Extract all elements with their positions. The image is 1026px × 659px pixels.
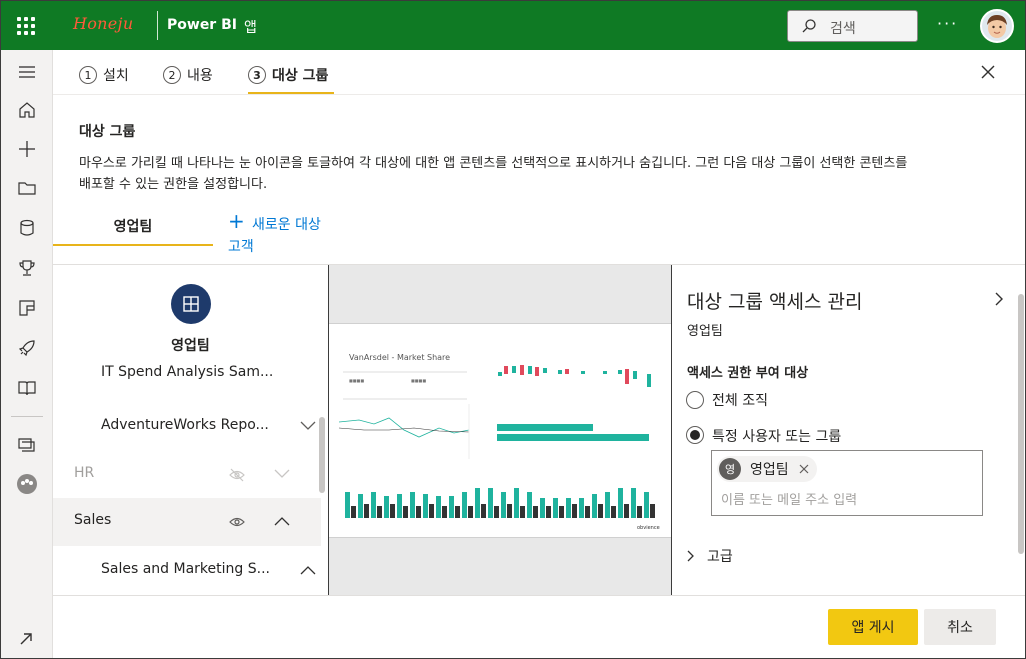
topbar-divider <box>157 11 158 40</box>
active-step-underline <box>248 92 334 94</box>
nav-separator <box>11 416 43 417</box>
app-section: 앱 <box>244 20 257 36</box>
eye-icon[interactable] <box>229 515 245 529</box>
search-icon <box>802 19 816 33</box>
create-icon[interactable] <box>17 139 37 159</box>
step-label: 내용 <box>187 68 213 84</box>
step-label: 대상 그룹 <box>272 68 329 84</box>
brand-logo[interactable]: Honeju <box>73 14 133 33</box>
report-footer-brand: obvience <box>637 525 660 531</box>
search-placeholder: 검색 <box>830 21 856 37</box>
chevron-right-icon <box>687 550 694 562</box>
step-content[interactable]: 2 내용 <box>163 65 213 85</box>
step-number: 3 <box>248 66 266 84</box>
people-picker[interactable]: 영 영업팀 이름 또는 메일 주소 입력 <box>711 450 983 516</box>
workspace-avatar-icon[interactable] <box>17 474 37 494</box>
chevron-up-icon[interactable] <box>300 565 316 575</box>
radio-entire-org[interactable] <box>686 391 704 409</box>
list-item-label: IT Spend Analysis Sam... <box>101 364 274 380</box>
list-item-label: HR <box>74 465 95 481</box>
step-audience[interactable]: 3 대상 그룹 <box>248 65 328 85</box>
chevron-down-icon[interactable] <box>274 469 290 479</box>
account-avatar[interactable] <box>980 9 1014 43</box>
cancel-button[interactable]: 취소 <box>924 609 996 645</box>
apps-icon[interactable] <box>17 298 37 318</box>
description-line: 배포할 수 있는 권한을 설정합니다. <box>79 177 268 192</box>
list-item[interactable]: AdventureWorks Repo... <box>53 403 321 451</box>
chevron-up-icon[interactable] <box>274 516 290 526</box>
new-audience-label: 새로운 대상 <box>252 217 321 233</box>
step-label: 설치 <box>103 68 129 84</box>
app-window: Honeju Power BI 앱 검색 ··· 1 설치 2 내용 3 대상 … <box>0 0 1026 659</box>
content-list-panel: 영업팀 IT Spend Analysis Sam... AdventureWo… <box>53 265 328 595</box>
report-title: VanArsdel - Market Share <box>349 353 450 362</box>
remove-chip-icon[interactable] <box>799 464 809 474</box>
people-picker-placeholder: 이름 또는 메일 주소 입력 <box>721 493 858 508</box>
access-panel-subtitle: 영업팀 <box>687 324 723 339</box>
advanced-label: 고급 <box>707 549 733 565</box>
list-item[interactable]: HR <box>53 451 321 499</box>
panel-scrollbar[interactable] <box>1018 294 1024 554</box>
group-initial-avatar: 영 <box>719 458 741 480</box>
data-hub-icon[interactable] <box>17 218 37 238</box>
list-item-label: Sales <box>74 512 112 528</box>
advanced-section-toggle[interactable]: 고급 <box>687 546 733 566</box>
description-line: 마우스로 가리킬 때 나타나는 눈 아이콘을 토글하여 각 대상에 대한 앱 콘… <box>79 156 908 171</box>
left-nav <box>1 50 53 658</box>
selected-group-chip: 영 영업팀 <box>717 456 817 482</box>
radio-entire-org-label[interactable]: 전체 조직 <box>712 390 768 410</box>
access-panel-title: 대상 그룹 액세스 관리 <box>687 291 863 313</box>
expand-icon[interactable] <box>19 632 33 646</box>
more-options-icon[interactable]: ··· <box>937 14 958 33</box>
publish-app-button[interactable]: 앱 게시 <box>828 609 918 645</box>
chevron-right-icon[interactable] <box>994 292 1004 306</box>
list-item-label: AdventureWorks Repo... <box>101 417 269 433</box>
step-setup[interactable]: 1 설치 <box>79 65 129 85</box>
deployment-icon[interactable] <box>17 338 37 358</box>
plus-icon: + <box>228 209 245 233</box>
app-launcher-icon[interactable] <box>17 17 35 35</box>
step-number: 2 <box>163 66 181 84</box>
menu-icon[interactable] <box>17 62 37 82</box>
workspaces-icon[interactable] <box>17 435 37 455</box>
top-bar: Honeju Power BI 앱 검색 ··· <box>1 1 1025 50</box>
list-item[interactable]: Sales and Marketing S... <box>53 547 321 595</box>
close-icon[interactable] <box>979 63 997 81</box>
section-title: 대상 그룹 <box>79 124 136 140</box>
svg-text:■■■■: ■■■■ <box>411 378 426 383</box>
search-box[interactable]: 검색 <box>787 10 918 42</box>
section-description: 마우스로 가리킬 때 나타나는 눈 아이콘을 토글하여 각 대상에 대한 앱 콘… <box>79 153 1025 195</box>
audience-icon <box>171 284 211 324</box>
list-item[interactable]: IT Spend Analysis Sam... <box>53 356 321 404</box>
tab-audience-sales[interactable]: 영업팀 <box>53 206 213 246</box>
active-tab-underline <box>53 244 213 246</box>
report-thumbnail: VanArsdel - Market Share ■■■■ ■■■■ obvie… <box>329 323 671 538</box>
group-name: 영업팀 <box>750 462 789 478</box>
radio-specific-users-label[interactable]: 특정 사용자 또는 그룹 <box>712 426 841 446</box>
svg-text:■■■■: ■■■■ <box>349 378 364 383</box>
radio-specific-users[interactable] <box>686 426 704 444</box>
list-item-label: Sales and Marketing S... <box>101 561 270 577</box>
report-preview: VanArsdel - Market Share ■■■■ ■■■■ obvie… <box>328 265 672 595</box>
step-number: 1 <box>79 66 97 84</box>
access-panel: 대상 그룹 액세스 관리 영업팀 액세스 권한 부여 대상 전체 조직 특정 사… <box>672 265 1025 595</box>
list-scrollbar[interactable] <box>319 417 325 493</box>
grant-access-label: 액세스 권한 부여 대상 <box>687 366 809 381</box>
chevron-down-icon[interactable] <box>300 421 316 431</box>
home-icon[interactable] <box>17 100 37 120</box>
eye-hidden-icon[interactable] <box>229 468 245 482</box>
report-thumbnail-graphic: VanArsdel - Market Share ■■■■ ■■■■ obvie… <box>338 353 660 531</box>
learn-icon[interactable] <box>17 378 37 398</box>
list-item[interactable]: Sales <box>53 498 321 546</box>
browse-icon[interactable] <box>17 178 37 198</box>
new-audience-label-2: 고객 <box>228 239 254 255</box>
app-name[interactable]: Power BI <box>167 17 237 33</box>
audience-name: 영업팀 <box>171 338 210 354</box>
goals-icon[interactable] <box>17 258 37 278</box>
wizard-steps: 1 설치 2 내용 3 대상 그룹 <box>53 50 1025 95</box>
